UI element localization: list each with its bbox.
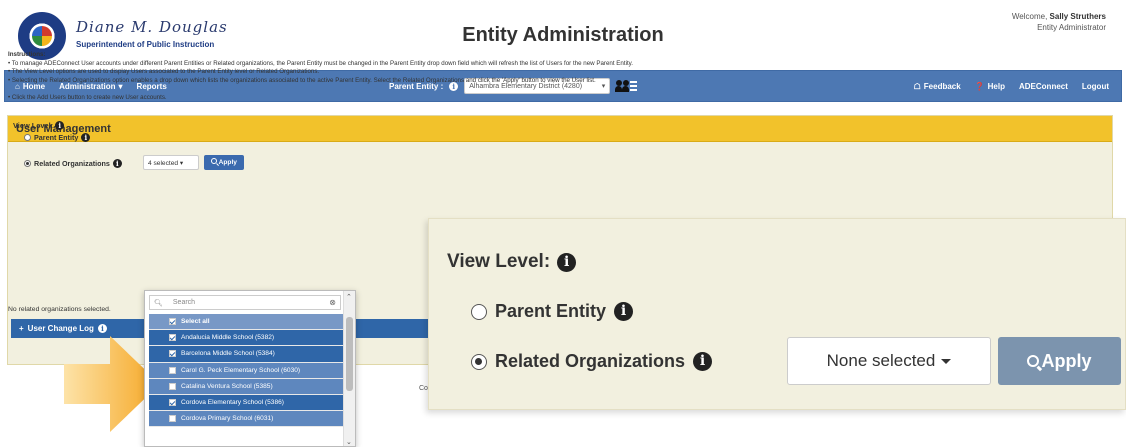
instruction-line: • Selecting the Related Organizations op… bbox=[8, 76, 596, 84]
instruction-line: • The View Level options are used to dis… bbox=[8, 68, 320, 76]
related-orgs-dropdown: 🔍︎ Search ⊗ Select allAlhambra Tradition… bbox=[144, 290, 356, 447]
search-placeholder: Search bbox=[172, 299, 196, 306]
nav-help[interactable]: ❓ Help bbox=[975, 82, 1005, 91]
radio-related-orgs-label: Related Organizations bbox=[34, 159, 110, 168]
dropdown-options: Select allAlhambra Traditional School (5… bbox=[149, 314, 355, 428]
option-label: Catalina Ventura School (5385) bbox=[181, 382, 273, 390]
info-icon[interactable]: i bbox=[614, 302, 634, 321]
info-icon[interactable]: i bbox=[81, 133, 91, 142]
checkbox[interactable] bbox=[169, 415, 176, 423]
nav-logout[interactable]: Logout bbox=[1082, 82, 1109, 91]
org-option[interactable]: Carol G. Peck Elementary School (6030) bbox=[149, 362, 344, 379]
radio-button[interactable] bbox=[24, 160, 31, 167]
zoom-radio-related-orgs[interactable]: Related Organizations i bbox=[471, 351, 713, 372]
option-label: Carol G. Peck Elementary School (6030) bbox=[181, 366, 301, 374]
org-option[interactable]: Andalucia Middle School (5382) bbox=[149, 330, 344, 347]
chevron-up-icon[interactable]: ⌃ bbox=[346, 293, 352, 301]
no-related-message: No related organizations selected. bbox=[8, 306, 111, 313]
zoom-related-orgs-select[interactable]: None selected bbox=[787, 337, 991, 385]
org-option[interactable]: Cordova Elementary School (5386) bbox=[149, 394, 344, 412]
plus-icon: + bbox=[19, 324, 24, 333]
info-icon[interactable]: i bbox=[557, 252, 577, 272]
chevron-down-icon[interactable]: ⌄ bbox=[346, 438, 352, 446]
radio-parent-entity-label: Parent Entity bbox=[34, 133, 79, 142]
clear-icon[interactable]: ⊗ bbox=[329, 298, 336, 307]
related-orgs-select[interactable]: 4 selected ▾ bbox=[143, 155, 199, 170]
select-all-option[interactable]: Select all bbox=[149, 314, 355, 331]
zoom-select-value: None selected bbox=[826, 351, 936, 370]
instruction-line: • To manage ADEConnect User accounts und… bbox=[8, 59, 634, 67]
zoom-apply-button[interactable]: Apply bbox=[998, 337, 1121, 385]
change-log-label: User Change Log bbox=[27, 324, 94, 333]
radio-related-orgs[interactable]: Related Organizations i bbox=[24, 159, 122, 168]
checkbox[interactable] bbox=[169, 318, 176, 326]
caret-down-icon bbox=[941, 358, 952, 364]
instructions-label: Instructions: bbox=[8, 51, 46, 58]
search-icon bbox=[211, 158, 218, 164]
nav-feedback-label: Feedback bbox=[923, 81, 961, 91]
search-icon bbox=[1027, 355, 1040, 367]
option-label: Select all bbox=[181, 318, 210, 326]
option-label: Cordova Elementary School (5386) bbox=[181, 399, 284, 407]
truncated-text: Co bbox=[419, 385, 428, 392]
megaphone-icon: ☖ bbox=[913, 81, 921, 91]
option-label: Barcelona Middle School (5384) bbox=[181, 350, 275, 358]
panel-title: User Management bbox=[8, 116, 1112, 142]
option-label: Cordova Primary School (6031) bbox=[181, 415, 274, 423]
scrollbar-thumb[interactable] bbox=[346, 317, 353, 391]
dropdown-search-input[interactable]: 🔍︎ Search ⊗ bbox=[149, 295, 341, 310]
page-title: Entity Administration bbox=[462, 24, 664, 46]
apply-label: Apply bbox=[218, 159, 237, 166]
checkbox[interactable] bbox=[169, 334, 176, 342]
zoom-view-level-label: View Level: i bbox=[447, 251, 577, 273]
option-label: Andalucia Middle School (5382) bbox=[181, 334, 275, 342]
instructions-block: Instructions: • To manage ADEConnect Use… bbox=[8, 51, 633, 103]
checkbox[interactable] bbox=[169, 399, 176, 407]
search-icon: 🔍︎ bbox=[154, 299, 163, 307]
info-icon[interactable]: i bbox=[693, 352, 713, 371]
zoom-view-level-text: View Level: bbox=[447, 251, 551, 272]
nav-feedback[interactable]: ☖ Feedback bbox=[914, 82, 961, 91]
radio-button[interactable] bbox=[24, 134, 31, 141]
zoom-related-orgs-label: Related Organizations bbox=[495, 351, 686, 371]
apply-button[interactable]: Apply bbox=[204, 155, 244, 170]
info-icon[interactable]: i bbox=[55, 121, 65, 130]
checkbox[interactable] bbox=[169, 350, 176, 358]
welcome-block: Welcome, Sally Struthers Entity Administ… bbox=[1012, 11, 1106, 33]
radio-parent-entity[interactable]: Parent Entity i bbox=[24, 133, 91, 142]
info-icon[interactable]: i bbox=[112, 159, 122, 168]
checkbox[interactable] bbox=[169, 382, 176, 390]
nav-logout-label: Logout bbox=[1081, 81, 1109, 91]
view-level-text: View Level: bbox=[13, 121, 54, 130]
radio-button[interactable] bbox=[471, 303, 487, 320]
welcome-prefix: Welcome, bbox=[1011, 12, 1048, 21]
zoom-radio-parent-entity[interactable]: Parent Entity i bbox=[471, 301, 634, 322]
nav-help-label: Help bbox=[987, 81, 1005, 91]
org-option[interactable]: Catalina Ventura School (5385) bbox=[149, 378, 344, 395]
view-level-label: View Level: i bbox=[13, 121, 65, 130]
instruction-line: • Click the Add Users button to create n… bbox=[8, 94, 167, 102]
user-name: Sally Struthers bbox=[1049, 12, 1106, 21]
question-icon: ❓ bbox=[974, 81, 985, 91]
checkbox[interactable] bbox=[169, 366, 176, 374]
org-option[interactable]: Barcelona Middle School (5384) bbox=[149, 346, 344, 363]
zoom-apply-label: Apply bbox=[1041, 350, 1092, 371]
org-option[interactable]: Cordova Primary School (6031) bbox=[149, 411, 344, 428]
selected-count: 4 selected bbox=[148, 160, 179, 167]
dropdown-scrollbar[interactable]: ⌃ ⌄ bbox=[343, 291, 355, 446]
zoom-callout: View Level: i Parent Entity i Related Or… bbox=[428, 218, 1126, 410]
nav-adeconnect-label: ADEConnect bbox=[1019, 81, 1068, 91]
zoom-parent-entity-label: Parent Entity bbox=[495, 301, 607, 321]
caret-down-icon: ▾ bbox=[179, 160, 184, 167]
info-icon[interactable]: i bbox=[97, 324, 107, 333]
nav-adeconnect[interactable]: ADEConnect bbox=[1019, 82, 1068, 91]
radio-button[interactable] bbox=[471, 353, 487, 370]
user-role: Entity Administrator bbox=[1037, 23, 1106, 32]
